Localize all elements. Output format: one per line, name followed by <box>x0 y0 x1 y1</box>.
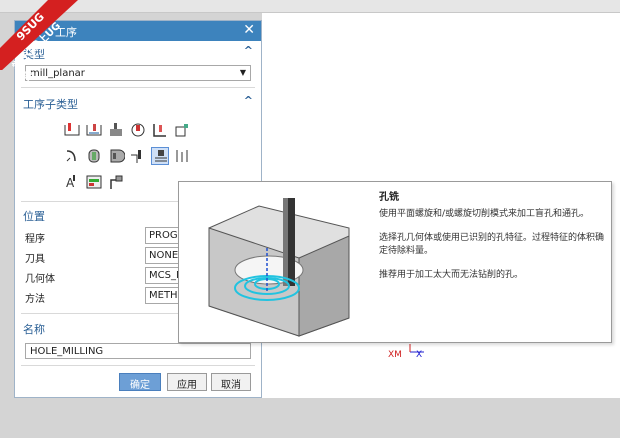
tooltip-line-1: 使用平面螺旋和/或螺旋切削模式来加工盲孔和通孔。 <box>379 209 590 219</box>
ok-button[interactable]: 确定 <box>119 373 161 391</box>
geometry-label: 几何体 <box>25 274 55 285</box>
close-button[interactable]: ✕ <box>243 22 255 38</box>
axis-label-x: X <box>416 350 423 360</box>
axis-triad: XM X <box>388 342 428 367</box>
name-input[interactable]: HOLE_MILLING <box>25 343 251 359</box>
program-label: 程序 <box>25 234 45 245</box>
hole-milling-illustration-icon <box>208 198 350 337</box>
finish-walls-icon[interactable] <box>85 147 103 165</box>
face-milling-icon[interactable] <box>107 121 125 139</box>
axis-label-xm: XM <box>388 350 402 360</box>
floor-wall-icon[interactable] <box>63 121 81 139</box>
subtype-section-label: 工序子类型 <box>23 98 78 111</box>
hole-chamfer-icon[interactable] <box>129 147 147 165</box>
name-section-label: 名称 <box>23 323 45 336</box>
planar-mill-icon[interactable] <box>129 121 147 139</box>
subtype-section: 工序子类型 ^ <box>21 93 257 111</box>
thread-milling-icon[interactable] <box>173 147 191 165</box>
top-toolbar <box>0 0 620 13</box>
chevron-down-icon: ▼ <box>239 68 246 77</box>
collapse-caret-icon[interactable]: ^ <box>244 94 253 107</box>
apply-button[interactable]: 应用 <box>167 373 207 391</box>
method-label: 方法 <box>25 294 45 305</box>
tooltip-line-3: 定待除料量。 <box>379 246 434 256</box>
hole-milling-illustration <box>189 188 369 338</box>
mill-control-icon[interactable] <box>85 173 103 191</box>
finish-floor-icon[interactable] <box>107 147 125 165</box>
groove-milling-icon[interactable] <box>63 147 81 165</box>
divider <box>21 365 255 366</box>
clean-up-corners-icon[interactable] <box>173 121 191 139</box>
tooltip-title: 孔铣 <box>379 192 399 203</box>
cancel-button[interactable]: 取消 <box>211 373 251 391</box>
divider <box>21 87 255 88</box>
subtype-section-header[interactable]: 工序子类型 ^ <box>21 93 257 111</box>
mill-user-icon[interactable] <box>107 173 125 191</box>
floor-wall-is-icon[interactable] <box>85 121 103 139</box>
tooltip-line-4: 推荐用于加工太大而无法钻削的孔。 <box>379 270 524 280</box>
tooltip-line-2: 选择孔几何体或使用已识别的孔特征。过程特征的体积确 <box>379 233 605 243</box>
collapse-caret-icon[interactable]: ^ <box>244 44 253 57</box>
location-section-label: 位置 <box>23 210 45 223</box>
planar-text-icon[interactable]: A <box>63 173 81 191</box>
site-watermark: 9SUG 学UG就上UG网 <box>0 0 80 83</box>
hole-milling-icon[interactable] <box>151 147 169 165</box>
tool-label: 刀具 <box>25 254 45 265</box>
planar-profile-icon[interactable] <box>151 121 169 139</box>
hole-milling-tooltip: 孔铣 使用平面螺旋和/或螺旋切削模式来加工盲孔和通孔。 选择孔几何体或使用已识别… <box>178 181 612 343</box>
